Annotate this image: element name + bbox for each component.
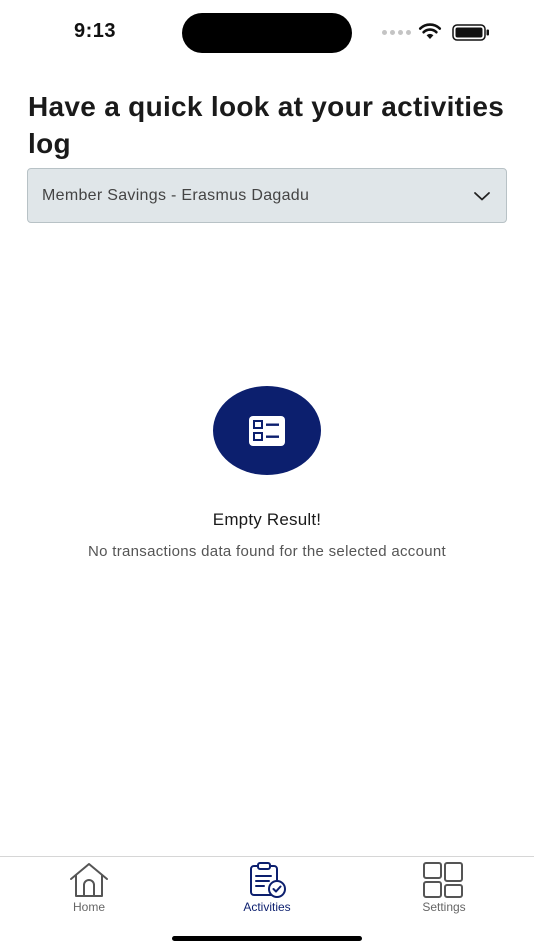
page-title: Have a quick look at your activities log <box>28 91 505 159</box>
status-time: 9:13 <box>74 20 117 42</box>
empty-state-icon-badge <box>213 386 321 475</box>
empty-state-title: Empty Result! <box>212 510 322 529</box>
signal-icon <box>382 30 411 35</box>
chevron-down-icon <box>474 191 490 200</box>
tab-settings[interactable]: Settings <box>384 861 504 917</box>
list-icon <box>249 415 285 446</box>
account-select[interactable]: Member Savings - Erasmus Dagadu <box>27 168 507 223</box>
dynamic-island <box>182 13 352 53</box>
wifi-icon <box>418 23 442 39</box>
tab-activities-label: Activities <box>243 900 291 914</box>
tab-home[interactable]: Home <box>29 861 149 917</box>
grid-icon <box>423 862 463 898</box>
home-icon <box>70 863 108 897</box>
tab-activities[interactable]: Activities <box>207 861 327 917</box>
tab-home-label: Home <box>72 900 105 914</box>
status-bar: 9:13 <box>0 0 534 64</box>
account-select-value: Member Savings - Erasmus Dagadu <box>42 186 310 204</box>
tab-settings-label: Settings <box>422 900 466 914</box>
home-indicator <box>172 936 362 941</box>
empty-state-message: No transactions data found for the selec… <box>87 543 446 560</box>
clipboard-check-icon <box>250 862 286 898</box>
battery-icon <box>452 24 489 41</box>
